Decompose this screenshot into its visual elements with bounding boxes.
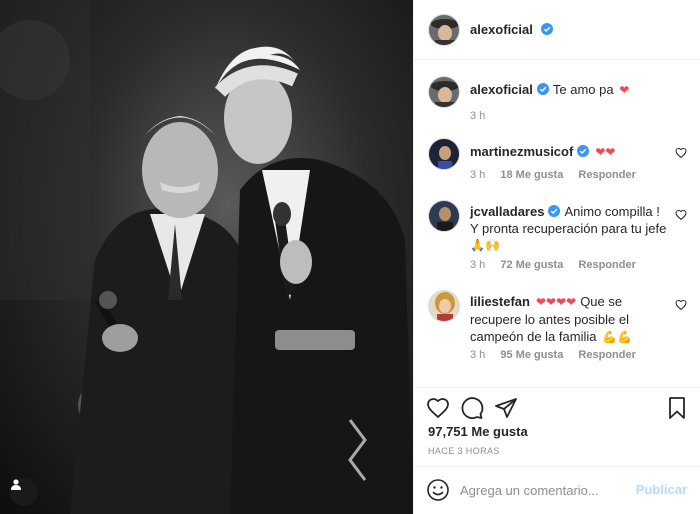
verified-badge-icon (536, 83, 549, 95)
post-side-panel: alexoficial alexoficial Te amo pa ❤ 3 h … (413, 0, 700, 514)
bookmark-icon[interactable] (665, 396, 689, 420)
commenter-avatar[interactable] (428, 290, 460, 322)
comment-item: jcvalladares Animo compilla ! Y pronta re… (428, 200, 693, 276)
publish-button[interactable]: Publicar (636, 482, 687, 497)
reply-button[interactable]: Responder (578, 169, 635, 181)
comment-time: 3 h (470, 349, 486, 361)
comment-time: 3 h (470, 259, 486, 271)
reply-button[interactable]: Responder (578, 259, 635, 271)
post-header: alexoficial (414, 0, 700, 60)
caption-item: alexoficial Te amo pa ❤ 3 h (428, 76, 693, 122)
caption-username[interactable]: alexoficial (470, 82, 533, 97)
avatar-image (429, 77, 459, 107)
comment-likes-link[interactable]: 95 Me gusta (500, 349, 563, 361)
comment-body: jcvalladares Animo compilla ! Y pronta re… (470, 203, 668, 254)
reply-button[interactable]: Responder (578, 349, 635, 361)
verified-badge-icon (577, 145, 590, 157)
commenter-avatar[interactable] (428, 138, 460, 170)
comment-body: liliestefan ❤❤❤❤ Que se recupere lo antes … (470, 293, 668, 346)
comment-likes-link[interactable]: 18 Me gusta (500, 169, 563, 181)
avatar-image (429, 201, 459, 231)
comment-input[interactable] (460, 479, 630, 501)
caption-body: alexoficial Te amo pa ❤ (470, 81, 668, 99)
comment-username[interactable]: martinezmusicof (470, 144, 573, 159)
caption-text: Te amo pa (552, 82, 614, 97)
caption-meta: 3 h (470, 110, 497, 122)
heart-outline-icon[interactable] (426, 396, 450, 420)
post-photo[interactable] (0, 0, 413, 514)
post-actions (414, 387, 700, 427)
comment-time: 3 h (470, 169, 486, 181)
pray-emoji: 🙏🙌 (470, 238, 500, 252)
photo-illustration (0, 0, 413, 514)
author-username-text[interactable]: alexoficial (470, 22, 533, 37)
comment-body: martinezmusicof ❤❤ (470, 143, 668, 161)
comment-meta: 3 h 72 Me gusta Responder (470, 259, 648, 271)
red-heart-emoji: ❤❤❤❤ (535, 295, 577, 309)
user-tag-icon (11, 479, 21, 490)
comment-item: martinezmusicof ❤❤ 3 h 18 Me gusta Respon… (428, 138, 693, 188)
comment-meta: 3 h 95 Me gusta Responder (470, 349, 648, 361)
commenter-avatar[interactable] (428, 200, 460, 232)
red-heart-emoji: ❤ (619, 83, 630, 97)
caption-time: 3 h (470, 110, 486, 122)
flexed-biceps-emoji: 💪💪 (602, 330, 632, 344)
heart-outline-icon[interactable] (675, 147, 687, 159)
paper-plane-icon[interactable] (494, 396, 518, 420)
red-heart-emoji: ❤❤ (595, 145, 616, 159)
heart-outline-icon[interactable] (675, 209, 687, 221)
tagged-users-button[interactable] (10, 478, 38, 506)
author-avatar[interactable] (428, 13, 460, 46)
verified-badge-icon (548, 205, 561, 217)
post-timestamp[interactable]: HACE 3 HORAS (428, 446, 500, 456)
instagram-post-modal: alexoficial alexoficial Te amo pa ❤ 3 h … (0, 0, 700, 514)
avatar-image (429, 14, 459, 45)
caption-avatar[interactable] (428, 76, 460, 108)
comment-username[interactable]: jcvalladares (470, 204, 544, 219)
comments-list[interactable]: alexoficial Te amo pa ❤ 3 h martinezmusi… (414, 60, 700, 387)
comment-item: liliestefan ❤❤❤❤ Que se recupere lo antes … (428, 290, 693, 366)
avatar-image (429, 139, 459, 169)
heart-outline-icon[interactable] (675, 299, 687, 311)
add-comment-bar: Publicar (414, 466, 700, 514)
author-username[interactable]: alexoficial (470, 22, 553, 37)
smiley-icon[interactable] (426, 478, 450, 502)
comment-likes-link[interactable]: 72 Me gusta (500, 259, 563, 271)
likes-count[interactable]: 97,751 Me gusta (428, 424, 528, 439)
comment-bubble-icon[interactable] (460, 396, 484, 420)
avatar-image (429, 291, 459, 321)
verified-badge-icon (540, 23, 553, 35)
comment-meta: 3 h 18 Me gusta Responder (470, 169, 648, 181)
comment-username[interactable]: liliestefan (470, 294, 530, 309)
